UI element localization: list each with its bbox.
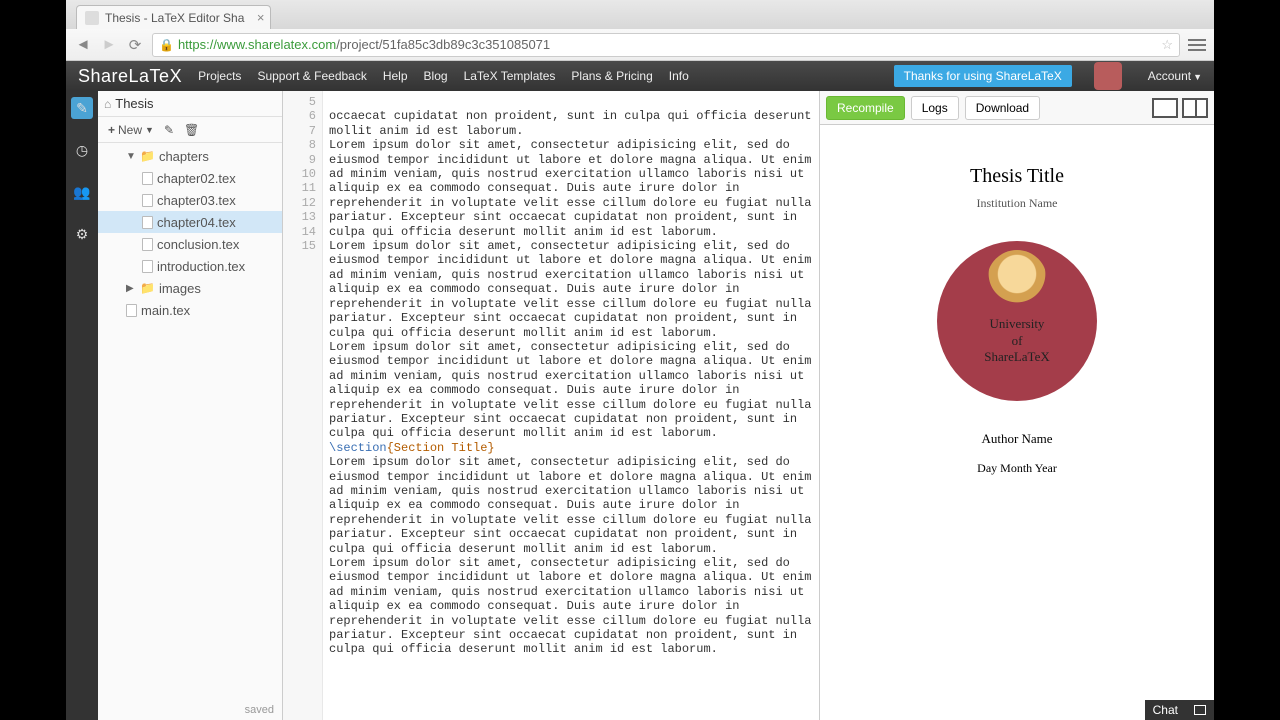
pdf-institution: Institution Name [877,196,1157,211]
folder-images[interactable]: ▶ 📁 images [98,277,282,299]
pdf-toolbar: Recompile Logs Download [820,91,1214,125]
nav-blog[interactable]: Blog [424,69,448,83]
layout-split-button[interactable] [1182,98,1208,118]
expand-icon [1194,705,1206,715]
favicon-icon [85,11,99,25]
file-icon [142,216,153,229]
url-input[interactable]: 🔒 https://www.sharelatex.com/project/51f… [152,33,1180,57]
new-file-button[interactable]: + New ▼ [108,123,154,137]
rename-button[interactable]: ✎ [164,123,174,137]
recompile-button[interactable]: Recompile [826,96,905,120]
close-icon[interactable]: × [257,10,265,25]
line-gutter: 56789101112131415 [283,91,323,720]
logs-button[interactable]: Logs [911,96,959,120]
saved-status: saved [98,700,282,720]
history-panel-button[interactable]: ◷ [71,139,93,161]
file-main[interactable]: main.tex [98,299,282,321]
pdf-date: Day Month Year [877,461,1157,476]
pdf-page: Thesis Title Institution Name University… [877,165,1157,720]
lion-icon [987,250,1047,310]
file-introduction[interactable]: introduction.tex [98,255,282,277]
chevron-down-icon: ▼ [126,151,136,162]
pdf-logo: UniversityofShareLaTeX [937,241,1097,401]
nav-pricing[interactable]: Plans & Pricing [571,69,652,83]
folder-icon: 📁 [140,281,155,295]
url-host: https://www.sharelatex.com [178,37,336,52]
chevron-right-icon: ▶ [126,283,136,294]
pdf-author: Author Name [877,431,1157,447]
share-panel-button[interactable]: 👥 [71,181,93,203]
folder-label: chapters [159,149,209,164]
chat-toggle[interactable]: Chat [1145,700,1214,720]
home-icon: ⌂ [104,97,111,111]
edit-panel-button[interactable]: ✎ [71,97,93,119]
reload-button[interactable]: ⟳ [126,36,144,54]
nav-templates[interactable]: LaTeX Templates [464,69,556,83]
activity-bar: ✎ ◷ 👥 ⚙ [66,91,98,720]
nav-info[interactable]: Info [669,69,689,83]
chat-label: Chat [1153,703,1178,717]
bookmark-icon[interactable]: ☆ [1161,37,1173,53]
pdf-university-text: UniversityofShareLaTeX [984,316,1050,367]
thanks-banner[interactable]: Thanks for using ShareLaTeX [894,65,1072,87]
file-tree: ▼ 📁 chapters chapter02.tex chapter03.tex… [98,143,282,323]
settings-panel-button[interactable]: ⚙ [71,223,93,245]
pdf-preview[interactable]: Thesis Title Institution Name University… [820,125,1214,720]
app-header: ShareLaTeX Projects Support & Feedback H… [66,61,1214,91]
file-conclusion[interactable]: conclusion.tex [98,233,282,255]
forward-button[interactable]: ► [100,36,118,54]
file-icon [126,304,137,317]
download-button[interactable]: Download [965,96,1040,120]
folder-chapters[interactable]: ▼ 📁 chapters [98,145,282,167]
pdf-title: Thesis Title [877,165,1157,188]
lock-icon: 🔒 [159,38,174,52]
file-chapter03[interactable]: chapter03.tex [98,189,282,211]
folder-label: images [159,281,201,296]
code-content[interactable]: occaecat cupidatat non proident, sunt in… [323,91,819,720]
code-editor[interactable]: 56789101112131415 occaecat cupidatat non… [283,91,819,720]
file-chapter02[interactable]: chapter02.tex [98,167,282,189]
file-panel: ⌂ Thesis + New ▼ ✎ 🗑 ▼ 📁 chapters chapte… [98,91,283,720]
delete-button[interactable]: 🗑 [184,123,199,137]
main: ✎ ◷ 👥 ⚙ ⌂ Thesis + New ▼ ✎ 🗑 ▼ 📁 chapter… [66,91,1214,720]
logo[interactable]: ShareLaTeX [78,66,182,87]
nav-help[interactable]: Help [383,69,408,83]
file-chapter04[interactable]: chapter04.tex [98,211,282,233]
file-toolbar: + New ▼ ✎ 🗑 [98,117,282,143]
avatar[interactable] [1094,62,1122,90]
folder-icon: 📁 [140,149,155,163]
nav-support[interactable]: Support & Feedback [257,69,366,83]
browser-tab[interactable]: Thesis - LaTeX Editor Sha × [76,5,271,29]
tab-title: Thesis - LaTeX Editor Sha [105,11,244,25]
project-name: Thesis [115,96,153,111]
nav-projects[interactable]: Projects [198,69,241,83]
file-icon [142,238,153,251]
url-path: /project/51fa85c3db89c3c351085071 [336,37,550,52]
layout-single-button[interactable] [1152,98,1178,118]
account-menu[interactable]: Account▼ [1148,69,1202,83]
pdf-panel: Recompile Logs Download Thesis Title Ins… [819,91,1214,720]
file-icon [142,172,153,185]
back-button[interactable]: ◄ [74,36,92,54]
project-row[interactable]: ⌂ Thesis [98,91,282,117]
browser-menu-button[interactable] [1188,39,1206,51]
file-icon [142,260,153,273]
browser-address-bar: ◄ ► ⟳ 🔒 https://www.sharelatex.com/proje… [66,29,1214,61]
file-icon [142,194,153,207]
browser-tab-strip: Thesis - LaTeX Editor Sha × [66,0,1214,29]
